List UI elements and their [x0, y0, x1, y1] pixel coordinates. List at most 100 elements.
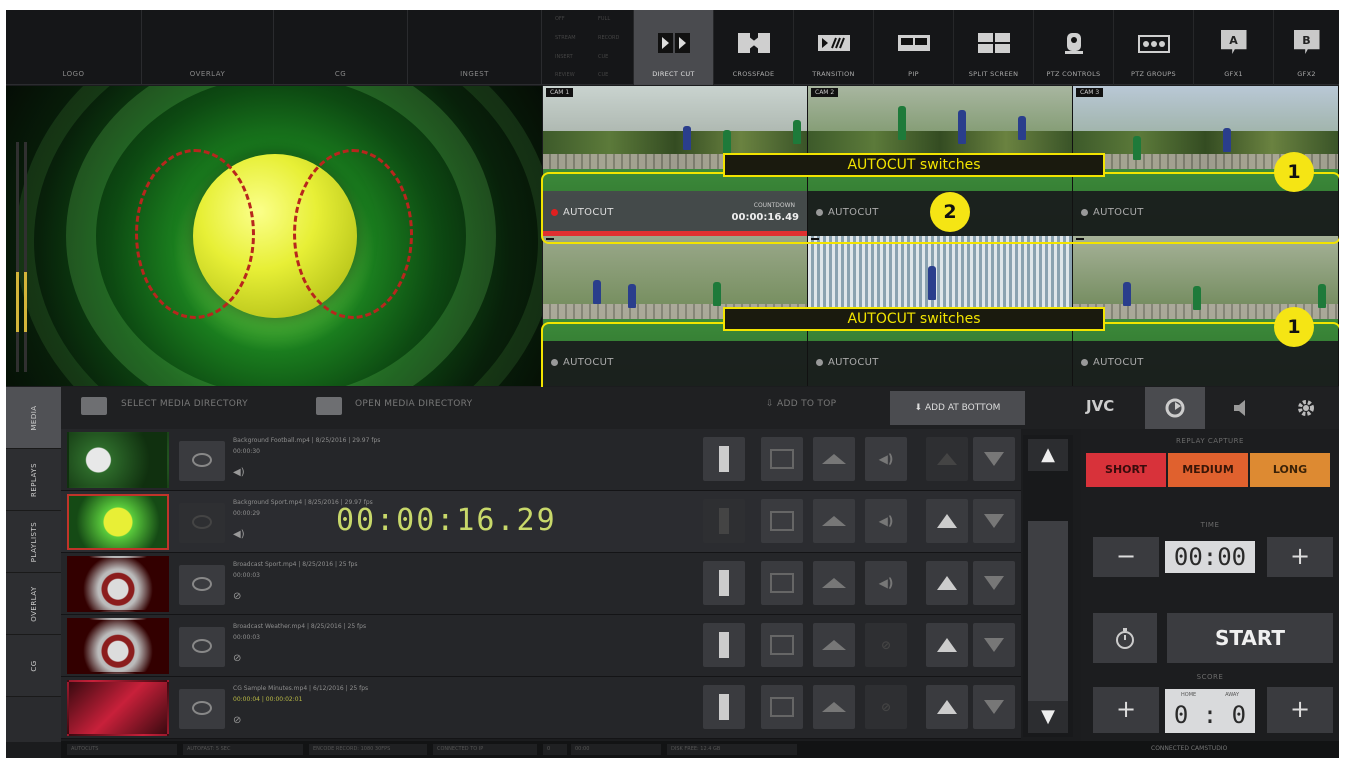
tab-cg[interactable]: CG [6, 635, 61, 697]
split-screen-icon [977, 33, 1010, 53]
eject-button[interactable] [813, 561, 855, 605]
move-down-button[interactable] [973, 437, 1015, 481]
capture-short-button[interactable]: SHORT [1086, 453, 1166, 487]
add-to-playlist-button[interactable] [761, 685, 803, 729]
insert-button[interactable] [703, 499, 745, 543]
open-media-directory-button[interactable]: OPEN MEDIA DIRECTORY [355, 399, 472, 409]
speaker-icon[interactable]: ◀) [233, 529, 245, 540]
media-row[interactable]: Background Football.mp4 | 8/25/2016 | 29… [61, 429, 1021, 491]
mini-off[interactable]: OFF [555, 16, 565, 22]
preview-button[interactable] [179, 565, 225, 605]
ptz-controls-button[interactable]: PTZ CONTROLS [1033, 10, 1113, 85]
mini-cue[interactable]: CUE [598, 54, 608, 60]
audio-button[interactable]: ⊘ [865, 685, 907, 729]
tab-playlists[interactable]: PLAYLISTS [6, 511, 61, 573]
score-away-increase-button[interactable]: + [1267, 687, 1333, 733]
gfx2-button[interactable]: B GFX2 [1273, 10, 1339, 85]
insert-button[interactable] [703, 437, 745, 481]
camera-tag: CAM 3 [1076, 88, 1104, 97]
scroll-thumb[interactable] [1028, 521, 1068, 707]
time-decrease-button[interactable]: − [1093, 537, 1159, 577]
direct-cut-button[interactable]: DIRECT CUT [633, 10, 713, 85]
eject-button[interactable] [813, 623, 855, 667]
eject-button[interactable] [813, 499, 855, 543]
preview-button[interactable] [179, 503, 225, 543]
move-down-button[interactable] [973, 685, 1015, 729]
mini-stream[interactable]: STREAM [555, 35, 576, 41]
split-screen-button[interactable]: SPLIT SCREEN [953, 10, 1033, 85]
timer-button[interactable] [1093, 613, 1157, 663]
status-item: AUTOCUTS [67, 744, 177, 755]
move-up-button[interactable] [926, 685, 968, 729]
tab-replays[interactable]: REPLAYS [6, 449, 61, 511]
move-down-button[interactable] [973, 623, 1015, 667]
replay-icon [1165, 398, 1185, 418]
mini-insert[interactable]: INSERT [555, 54, 573, 60]
select-media-directory-button[interactable]: SELECT MEDIA DIRECTORY [121, 399, 248, 409]
audio-button[interactable]: ◀) [865, 561, 907, 605]
preview-button[interactable] [179, 441, 225, 481]
time-increase-button[interactable]: + [1267, 537, 1333, 577]
audio-tab[interactable] [1211, 387, 1271, 429]
audio-button[interactable]: ◀) [865, 499, 907, 543]
move-up-button[interactable] [926, 499, 968, 543]
time-label: TIME [1200, 521, 1220, 529]
media-scrollbar[interactable]: ▲ ▼ [1023, 435, 1073, 737]
scroll-down-button[interactable]: ▼ [1028, 701, 1068, 733]
add-to-playlist-button[interactable] [761, 623, 803, 667]
eject-button[interactable] [813, 685, 855, 729]
media-row-selected[interactable]: Background Sport.mp4 | 8/25/2016 | 29.97… [61, 491, 1021, 553]
move-down-button[interactable] [973, 499, 1015, 543]
mini-cue-2[interactable]: CUE [598, 72, 608, 78]
start-button[interactable]: START [1167, 613, 1333, 663]
player [683, 126, 691, 150]
insert-button[interactable] [703, 561, 745, 605]
preview-button[interactable] [179, 627, 225, 667]
media-row[interactable]: Broadcast Sport.mp4 | 8/25/2016 | 25 fps… [61, 553, 1021, 615]
eject-button[interactable] [813, 437, 855, 481]
move-up-button[interactable] [926, 437, 968, 481]
capture-medium-button[interactable]: MEDIUM [1168, 453, 1248, 487]
ingest-button[interactable]: INGEST [408, 10, 542, 85]
mini-review[interactable]: REVIEW [555, 72, 575, 78]
audio-button[interactable]: ⊘ [865, 623, 907, 667]
insert-button[interactable] [703, 623, 745, 667]
gfx1-button[interactable]: A GFX1 [1193, 10, 1273, 85]
move-up-button[interactable] [926, 623, 968, 667]
insert-button[interactable] [703, 685, 745, 729]
tab-media[interactable]: MEDIA [6, 387, 61, 449]
mute-icon[interactable]: ⊘ [233, 591, 241, 602]
logo-button[interactable]: LOGO [6, 10, 142, 85]
ptz-groups-button[interactable]: PTZ GROUPS [1113, 10, 1193, 85]
add-to-playlist-button[interactable] [761, 561, 803, 605]
move-down-button[interactable] [973, 561, 1015, 605]
mini-record[interactable]: RECORD [598, 35, 619, 41]
speaker-icon[interactable]: ◀) [233, 467, 245, 478]
add-to-top-button[interactable]: ⇩ ADD TO TOP [766, 399, 836, 409]
mute-icon[interactable]: ⊘ [233, 715, 241, 726]
pip-icon [897, 35, 930, 51]
add-to-playlist-button[interactable] [761, 437, 803, 481]
replay-tab[interactable] [1145, 387, 1205, 429]
preview-button[interactable] [179, 689, 225, 729]
program-preview[interactable] [6, 86, 542, 386]
media-row[interactable]: CG Sample Minutes.mp4 | 6/12/2016 | 25 f… [61, 677, 1021, 739]
settings-tab[interactable] [1276, 387, 1336, 429]
cg-button[interactable]: CG [274, 10, 408, 85]
mini-full[interactable]: FULL [598, 16, 610, 22]
replay-capture-label: REPLAY CAPTURE [1176, 437, 1244, 445]
add-at-bottom-button[interactable]: ⬇ ADD AT BOTTOM [890, 391, 1025, 425]
pip-button[interactable]: PIP [873, 10, 953, 85]
tab-overlay[interactable]: OVERLAY [6, 573, 61, 635]
score-home-increase-button[interactable]: + [1093, 687, 1159, 733]
add-to-playlist-button[interactable] [761, 499, 803, 543]
capture-long-button[interactable]: LONG [1250, 453, 1330, 487]
crossfade-button[interactable]: CROSSFADE [713, 10, 793, 85]
mute-icon[interactable]: ⊘ [233, 653, 241, 664]
overlay-button[interactable]: OVERLAY [142, 10, 274, 85]
audio-button[interactable]: ◀) [865, 437, 907, 481]
media-row[interactable]: Broadcast Weather.mp4 | 8/25/2016 | 25 f… [61, 615, 1021, 677]
transition-button[interactable]: TRANSITION [793, 10, 873, 85]
scroll-up-button[interactable]: ▲ [1028, 439, 1068, 471]
move-up-button[interactable] [926, 561, 968, 605]
